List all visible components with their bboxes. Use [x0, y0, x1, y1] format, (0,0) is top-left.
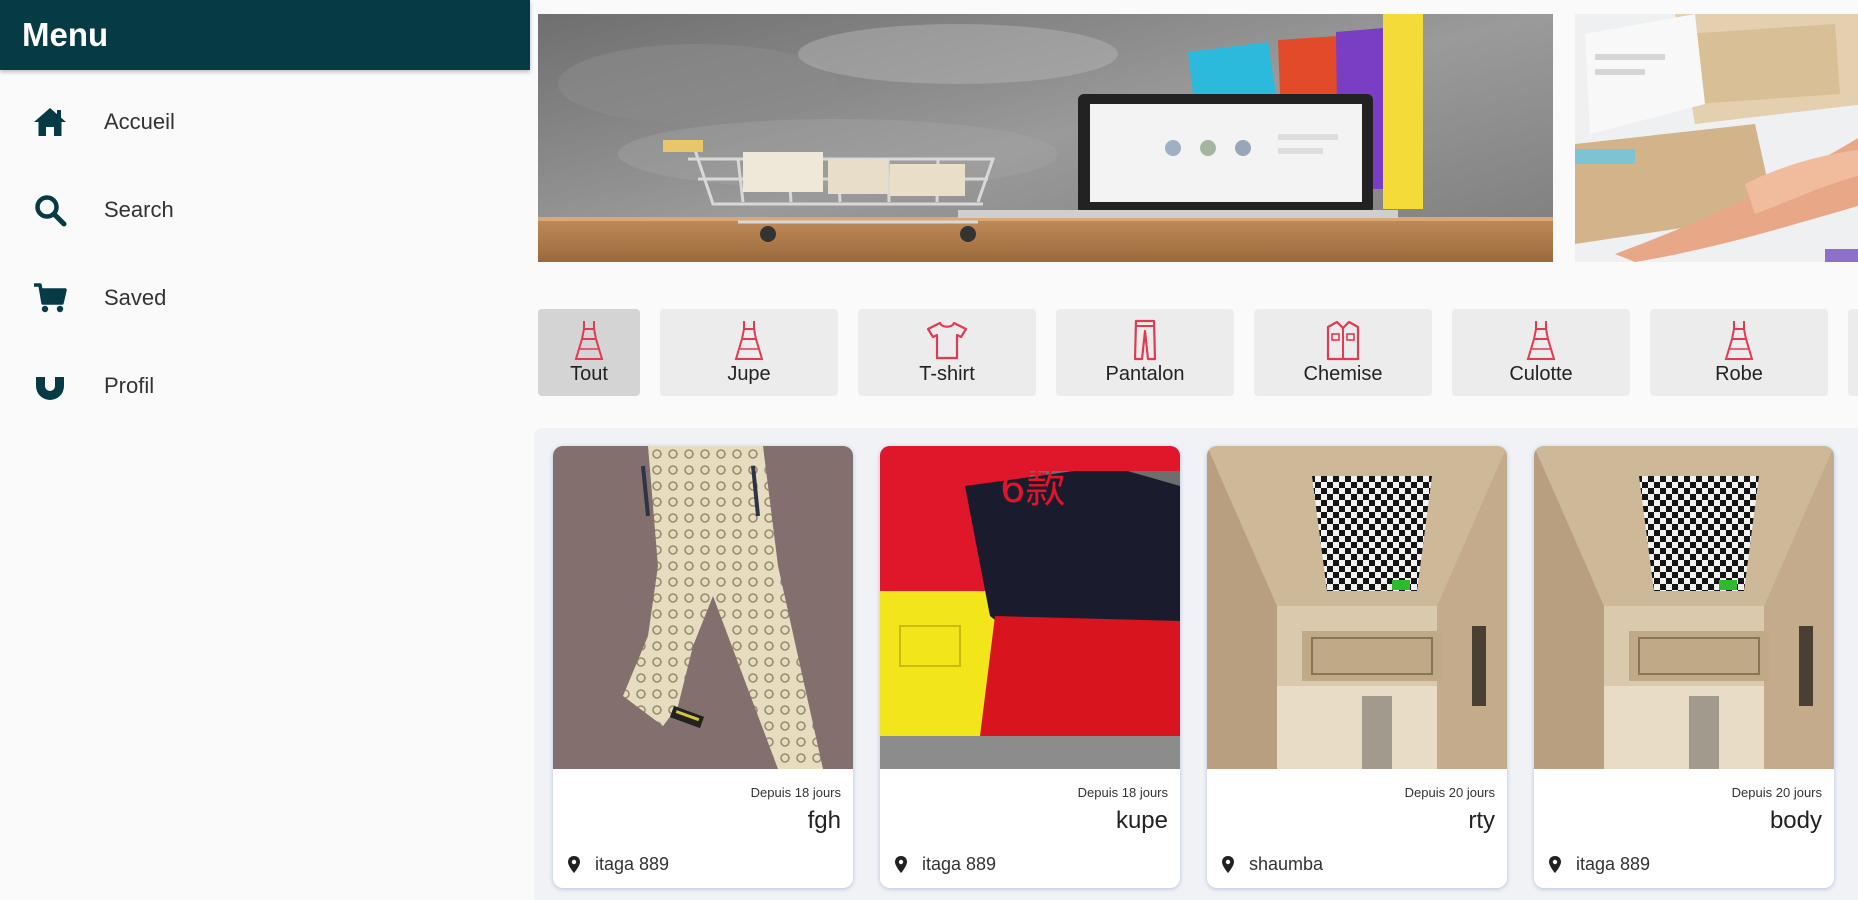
category-chip-tout[interactable]: Tout [538, 309, 640, 396]
category-chip-jupe[interactable]: Jupe [660, 309, 838, 396]
pants-icon [1133, 319, 1157, 361]
product-card[interactable]: Depuis 20 jours body itaga 889 [1534, 446, 1834, 888]
category-chip-chemise[interactable]: Chemise [1254, 309, 1432, 396]
menu-header: Menu [0, 0, 530, 70]
product-image [1534, 446, 1834, 769]
cart-icon [32, 280, 68, 316]
product-card[interactable]: Depuis 18 jours fgh itaga 889 [553, 446, 853, 888]
dress-icon [574, 321, 604, 360]
nav-label-accueil: Accueil [104, 109, 175, 134]
magnet-icon [32, 368, 68, 404]
category-label-tshirt: T-shirt [919, 363, 975, 385]
location-pin-icon [895, 855, 907, 873]
category-label-culotte: Culotte [1509, 363, 1573, 385]
main-content: Tout Jupe T-shirt Pantalon Chemise Culot… [530, 0, 1858, 900]
nav-label-search: Search [104, 197, 174, 222]
product-location-text: itaga 889 [595, 854, 670, 874]
category-label-jupe: Jupe [727, 363, 771, 385]
dress-icon [734, 321, 764, 360]
category-label-tout: Tout [570, 363, 608, 385]
product-posted-date: Depuis 18 jours [750, 785, 841, 800]
product-image [1207, 446, 1507, 769]
nav-item-profil[interactable]: Profil [0, 342, 530, 430]
product-grid: Depuis 18 jours fgh itaga 889 6款 Depuis … [534, 428, 1858, 900]
product-location-text: shaumba [1249, 854, 1324, 874]
search-icon [32, 192, 68, 228]
product-meta: Depuis 18 jours fgh itaga 889 [553, 769, 853, 888]
category-label-chemise: Chemise [1303, 363, 1383, 385]
product-image [553, 446, 853, 769]
product-posted-date: Depuis 20 jours [1731, 785, 1822, 800]
product-meta: Depuis 20 jours rty shaumba [1207, 769, 1507, 888]
dress-icon [1526, 321, 1556, 360]
dress-icon [1724, 321, 1754, 360]
location-pin-icon [568, 855, 580, 873]
product-posted-date: Depuis 20 jours [1404, 785, 1495, 800]
product-title: kupe [1115, 807, 1168, 834]
tshirt-icon [926, 321, 968, 360]
category-label-robe: Robe [1715, 363, 1763, 385]
category-chip-more[interactable] [1848, 309, 1858, 396]
home-icon [32, 104, 68, 140]
product-title: rty [1468, 807, 1495, 834]
product-meta: Depuis 18 jours kupe itaga 889 [880, 769, 1180, 888]
category-chip-tshirt[interactable]: T-shirt [858, 309, 1036, 396]
product-location: itaga 889 [567, 854, 669, 875]
category-chip-robe[interactable]: Robe [1650, 309, 1828, 396]
nav-item-accueil[interactable]: Accueil [0, 78, 530, 166]
shirt-icon [1326, 320, 1360, 361]
nav-label-saved: Saved [104, 285, 167, 310]
product-location-text: itaga 889 [922, 854, 997, 874]
product-card[interactable]: Depuis 20 jours rty shaumba [1207, 446, 1507, 888]
nav-label-profil: Profil [104, 373, 155, 398]
category-chip-culotte[interactable]: Culotte [1452, 309, 1630, 396]
product-location: itaga 889 [894, 854, 996, 875]
nav-item-saved[interactable]: Saved [0, 254, 530, 342]
promo-banner-image-2[interactable] [1575, 14, 1858, 262]
product-title: body [1769, 807, 1822, 834]
nav-item-search[interactable]: Search [0, 166, 530, 254]
product-title: fgh [807, 807, 841, 834]
image-overlay-text: 6款 [1000, 466, 1066, 512]
product-image: 6款 [880, 446, 1180, 769]
product-location: shaumba [1221, 854, 1323, 875]
navigation-drawer: Menu Accueil Search Saved Profil [0, 0, 530, 900]
menu-title: Menu [22, 16, 109, 53]
product-location-text: itaga 889 [1576, 854, 1651, 874]
location-pin-icon [1549, 855, 1561, 873]
product-card[interactable]: 6款 Depuis 18 jours kupe itaga 889 [880, 446, 1180, 888]
category-chip-pantalon[interactable]: Pantalon [1056, 309, 1234, 396]
category-label-pantalon: Pantalon [1105, 363, 1185, 385]
product-meta: Depuis 20 jours body itaga 889 [1534, 769, 1834, 888]
promo-banner-image[interactable] [538, 14, 1553, 262]
product-posted-date: Depuis 18 jours [1077, 785, 1168, 800]
nav-list: Accueil Search Saved Profil [0, 78, 530, 430]
location-pin-icon [1222, 855, 1234, 873]
product-location: itaga 889 [1548, 854, 1650, 875]
